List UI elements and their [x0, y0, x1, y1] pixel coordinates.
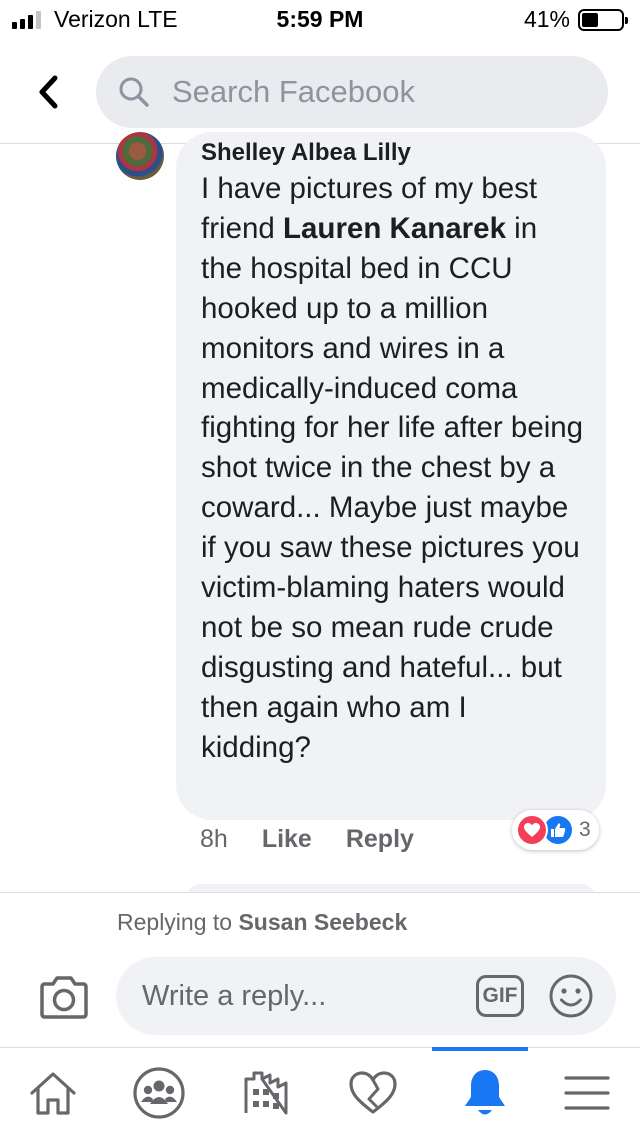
battery-percent: 41% — [523, 6, 570, 32]
love-reaction-icon — [516, 814, 548, 846]
tab-bar — [0, 1047, 640, 1136]
tab-dating[interactable] — [320, 1048, 426, 1136]
dating-heart-icon — [349, 1070, 397, 1114]
chevron-left-icon — [39, 75, 58, 109]
comment-mention[interactable]: Lauren Kanarek — [283, 212, 506, 245]
emoji-icon[interactable] — [548, 973, 594, 1019]
search-icon — [119, 77, 149, 107]
reactions-summary[interactable]: 3 — [512, 810, 599, 850]
search-placeholder: Search Facebook — [172, 74, 415, 109]
groups-icon — [133, 1066, 185, 1119]
comment-text: I have pictures of my best friend Lauren… — [201, 169, 584, 768]
battery-icon — [578, 9, 628, 31]
search-header: Search Facebook — [0, 40, 640, 144]
replying-to-name: Susan Seebeck — [238, 909, 408, 935]
gif-button[interactable]: GIF — [476, 975, 524, 1017]
notifications-bell-icon — [465, 1069, 505, 1114]
reaction-count: 3 — [579, 818, 591, 841]
comment-bubble: Shelley Albea Lilly I have pictures of m… — [176, 132, 606, 820]
menu-icon — [564, 1075, 610, 1110]
reply-composer: Replying to Susan Seebeck Write a reply.… — [0, 892, 640, 1048]
like-button[interactable]: Like — [262, 825, 312, 854]
replying-to-prefix: Replying to — [117, 909, 239, 935]
comment-timestamp[interactable]: 8h — [200, 825, 228, 854]
reply-button[interactable]: Reply — [346, 825, 414, 854]
reply-input[interactable]: Write a reply... GIF — [116, 957, 616, 1035]
search-input[interactable]: Search Facebook — [96, 56, 608, 128]
avatar[interactable] — [116, 132, 164, 180]
camera-button[interactable] — [38, 973, 90, 1021]
reply-placeholder: Write a reply... — [142, 979, 327, 1012]
tab-menu[interactable] — [534, 1048, 640, 1136]
comment-actions: 8h Like Reply — [200, 820, 414, 858]
replying-to-label: Replying to Susan Seebeck — [117, 909, 407, 936]
comment-text-end: in the hospital bed in CCU hooked up to … — [201, 211, 584, 764]
tab-home[interactable] — [0, 1048, 106, 1136]
marketplace-icon — [244, 1071, 288, 1114]
status-bar: Verizon LTE 5:59 PM 41% — [0, 0, 640, 40]
home-icon — [30, 1071, 76, 1115]
tab-groups[interactable] — [106, 1048, 212, 1136]
back-button[interactable] — [24, 68, 72, 116]
tab-notifications[interactable] — [432, 1047, 538, 1136]
camera-icon — [40, 976, 88, 1019]
comment-author[interactable]: Shelley Albea Lilly — [201, 138, 584, 168]
tab-marketplace[interactable] — [212, 1048, 318, 1136]
